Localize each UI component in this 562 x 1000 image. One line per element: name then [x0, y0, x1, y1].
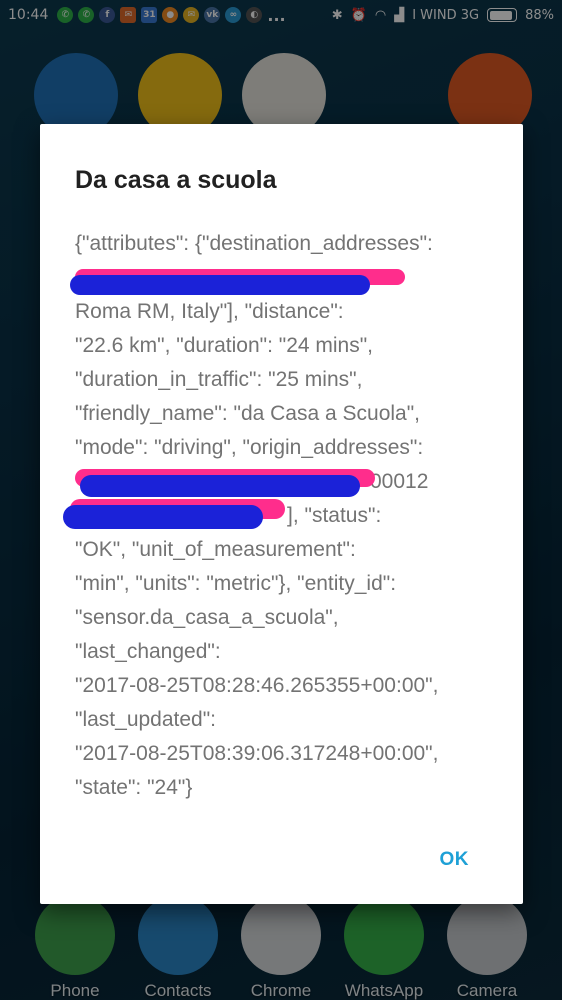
message-line: Roma RM, Italy"], "distance": [75, 300, 344, 323]
dialog-message: {"attributes": {"destination_addresses":… [63, 227, 505, 805]
message-line: "friendly_name": "da Casa a Scuola", [75, 402, 421, 425]
redacted-line [70, 261, 505, 295]
message-line: "22.6 km", "duration": "24 mins", [75, 334, 374, 357]
message-line: "last_updated": [75, 708, 217, 731]
message-line: "duration_in_traffic": "25 mins", [75, 368, 363, 391]
attributes-dialog: Da casa a scuola {"attributes": {"destin… [40, 124, 523, 904]
redacted-line: ], "status": [63, 499, 505, 533]
message-line: ], "status": [287, 504, 382, 527]
dialog-title: Da casa a scuola [75, 166, 277, 194]
message-line: "min", "units": "metric"}, "entity_id": [75, 572, 397, 595]
message-line: "OK", "unit_of_measurement": [75, 538, 356, 561]
ok-button[interactable]: OK [440, 849, 470, 871]
redaction-scribble [70, 275, 370, 295]
redaction-scribble [63, 505, 263, 529]
message-line: "last_changed": [75, 640, 221, 663]
message-line: "state": "24"} [75, 776, 193, 799]
message-line: {"attributes": {"destination_addresses": [75, 232, 433, 255]
message-line: "mode": "driving", "origin_addresses": [75, 436, 424, 459]
message-line: 00012 [370, 470, 429, 493]
message-line: "2017-08-25T08:28:46.265355+00:00", [75, 674, 439, 697]
message-line: "2017-08-25T08:39:06.317248+00:00", [75, 742, 439, 765]
message-line: "sensor.da_casa_a_scuola", [75, 606, 339, 629]
redaction-scribble [80, 475, 360, 497]
redacted-line: 00012 [75, 465, 505, 499]
